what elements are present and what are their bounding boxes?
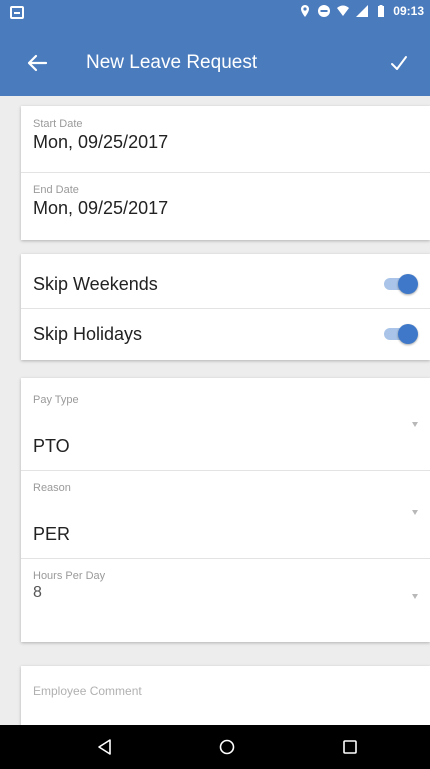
dropdown-arrow-icon [412, 510, 418, 515]
system-nav-bar [0, 725, 430, 769]
cell-signal-icon [356, 5, 369, 17]
employee-comment-input[interactable]: Employee Comment [33, 684, 142, 698]
triangle-back-icon [98, 739, 111, 755]
divider [21, 558, 430, 559]
divider [21, 470, 430, 471]
skip-weekends-row: Skip Weekends [21, 258, 430, 310]
hours-per-day-dropdown[interactable]: Hours Per Day 8 [21, 570, 430, 630]
circle-home-icon [219, 739, 235, 755]
pay-type-value: PTO [33, 436, 70, 456]
reason-label: Reason [33, 482, 71, 494]
end-date-label: End Date [33, 184, 79, 196]
status-bar: 09:13 [0, 0, 430, 26]
toggle-thumb [398, 324, 418, 344]
location-icon [301, 5, 310, 17]
reason-value: PER [33, 524, 71, 544]
arrow-back-icon [27, 54, 48, 72]
page-title: New Leave Request [86, 52, 258, 73]
skip-holidays-row: Skip Holidays [21, 308, 430, 360]
start-date-field[interactable]: Start Date Mon, 09/25/2017 [21, 118, 430, 153]
nav-back-button[interactable] [85, 733, 125, 761]
status-icons: 09:13 [298, 4, 424, 18]
battery-icon [378, 5, 385, 17]
square-recents-icon [343, 740, 357, 754]
divider [21, 172, 430, 173]
skip-weekends-label: Skip Weekends [33, 273, 158, 294]
hours-per-day-label: Hours Per Day [33, 570, 106, 582]
nav-recents-button[interactable] [330, 733, 370, 761]
dates-card: Start Date Mon, 09/25/2017 End Date Mon,… [21, 106, 430, 240]
toggle-thumb [398, 274, 418, 294]
reason-dropdown[interactable]: Reason PER [21, 482, 430, 552]
end-date-field[interactable]: End Date Mon, 09/25/2017 [21, 184, 430, 219]
hours-per-day-value: 8 [33, 584, 42, 601]
do-not-disturb-icon [318, 5, 331, 17]
skip-weekends-toggle[interactable] [384, 274, 418, 294]
back-button[interactable] [20, 46, 54, 80]
status-time: 09:13 [393, 4, 424, 18]
skip-options-card: Skip Weekends Skip Holidays [21, 254, 430, 360]
pay-type-label: Pay Type [33, 394, 79, 406]
pay-type-dropdown[interactable]: Pay Type PTO [21, 394, 430, 464]
notification-icon [10, 6, 24, 19]
leave-details-card: Pay Type PTO Reason PER Hours Per Day 8 [21, 378, 430, 642]
skip-holidays-toggle[interactable] [384, 324, 418, 344]
submit-button[interactable] [382, 46, 416, 80]
skip-holidays-label: Skip Holidays [33, 323, 143, 344]
app-bar: New Leave Request [0, 26, 430, 96]
dropdown-arrow-icon [412, 594, 418, 599]
start-date-label: Start Date [33, 118, 83, 130]
check-icon [391, 56, 407, 70]
nav-home-button[interactable] [207, 733, 247, 761]
comment-card: Employee Comment [21, 666, 430, 726]
start-date-value: Mon, 09/25/2017 [33, 132, 169, 152]
dropdown-arrow-icon [412, 422, 418, 427]
end-date-value: Mon, 09/25/2017 [33, 198, 169, 218]
wifi-icon [337, 5, 350, 16]
